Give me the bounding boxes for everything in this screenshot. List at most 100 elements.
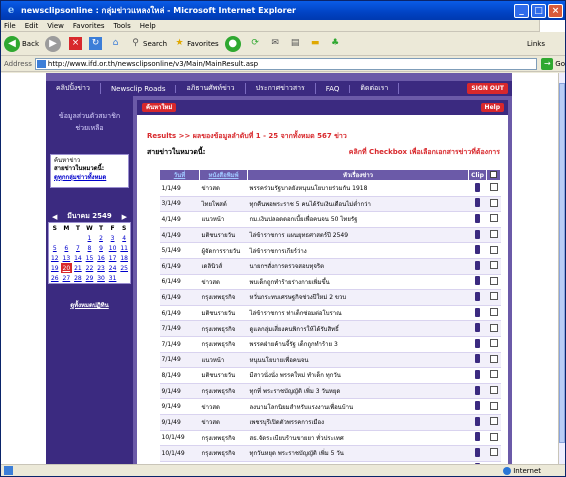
calendar-day[interactable]: 12	[49, 253, 61, 263]
calendar-next-icon[interactable]: ▶	[122, 213, 127, 221]
help-button[interactable]: Help	[480, 103, 504, 112]
media-button[interactable]: ●	[224, 35, 243, 52]
search-button[interactable]: ⚲ Search	[129, 37, 167, 50]
address-input[interactable]: http://www.ifd.or.th/newsclipsonline/v3/…	[34, 57, 538, 70]
minimize-button[interactable]: _	[514, 3, 529, 18]
row-checkbox[interactable]	[489, 417, 498, 426]
clip-icon[interactable]	[475, 229, 480, 239]
calendar-day[interactable]: 11	[118, 243, 130, 253]
col-date[interactable]: วันที่	[159, 169, 200, 181]
cell-headline[interactable]: ทุกวันหยุด พระราชบัญญัติ เพิ่ม 5 วัน	[247, 445, 469, 462]
nav-contact[interactable]: ติดต่อเรา	[350, 83, 400, 94]
calendar-day[interactable]: 19	[49, 263, 61, 273]
nav-clipping[interactable]: คลิปปิ้งข่าว	[46, 83, 101, 94]
go-arrow-icon[interactable]: →	[541, 57, 554, 70]
calendar-day[interactable]: 23	[95, 263, 107, 273]
cell-headline[interactable]: ดูแลกลุ่มเสี่ยงคนพิการให้ได้รับสิทธิ์	[247, 320, 469, 337]
calendar-day[interactable]: 2	[95, 233, 107, 243]
mail-button[interactable]: ✉	[269, 37, 283, 50]
clip-icon[interactable]	[475, 416, 480, 426]
calendar-day[interactable]: 26	[49, 273, 61, 283]
clip-icon[interactable]	[475, 338, 480, 348]
clip-icon[interactable]	[475, 213, 480, 223]
calendar-day[interactable]: 1	[84, 233, 96, 243]
cell-headline[interactable]: หนุนนโยบายเพื่อคนจน	[247, 352, 469, 369]
calendar-all-link[interactable]: ดูทั้งหมดปฏิทิน	[46, 300, 133, 310]
cell-headline[interactable]: พบเด็กถูกทำร้ายร่างกายเพิ่มขึ้น	[247, 274, 469, 291]
clip-icon[interactable]	[475, 323, 480, 333]
cell-headline[interactable]: พรรคฝ่ายค้านจี้รัฐ เด็กถูกทำร้าย 3	[247, 336, 469, 353]
cell-headline[interactable]: ไล่ข้าราชการ ท่าเด็กซ่อมต่อโบราณ	[247, 305, 469, 322]
go-button[interactable]: Go	[555, 60, 565, 68]
select-all-checkbox[interactable]	[486, 169, 501, 181]
col-newspaper[interactable]: หนังสือพิมพ์	[199, 169, 248, 181]
calendar-day[interactable]: 30	[95, 273, 107, 283]
calendar-day[interactable]: 13	[61, 253, 73, 263]
clip-icon[interactable]	[475, 432, 480, 442]
cell-headline[interactable]: เพชรบุรีเปิดตัวพรรคการเมือง	[247, 414, 469, 431]
row-checkbox[interactable]	[489, 386, 498, 395]
row-checkbox[interactable]	[489, 183, 498, 192]
row-checkbox[interactable]	[489, 401, 498, 410]
folder-button[interactable]: ▬	[309, 37, 323, 50]
cell-headline[interactable]: ไล่ข้าราชการเกียร์ว่าง	[247, 242, 469, 259]
cell-headline[interactable]: ทุกคืนพอพระราช 5 คนได้รับเงินเดือนไม่ต่ำ…	[247, 196, 469, 213]
calendar-day[interactable]: 25	[118, 263, 130, 273]
clip-icon[interactable]	[475, 245, 480, 255]
calendar-day[interactable]: 18	[118, 253, 130, 263]
menu-favorites[interactable]: Favorites	[73, 22, 105, 30]
calendar-day[interactable]: 20	[60, 263, 73, 273]
favorites-button[interactable]: ★ Favorites	[173, 37, 219, 50]
row-checkbox[interactable]	[489, 448, 498, 457]
new-search-button[interactable]: ค้นหาใหม่	[142, 103, 177, 112]
calendar-day[interactable]: 4	[118, 233, 130, 243]
calendar-prev-icon[interactable]: ◀	[52, 213, 57, 221]
links-label[interactable]: Links	[527, 40, 545, 48]
refresh-button[interactable]: ↻	[89, 37, 103, 50]
cell-headline[interactable]: ลงนามโลกนิยมสำหรับแรงงานเพื่อนบ้าน	[247, 398, 469, 415]
row-checkbox[interactable]	[489, 370, 498, 379]
back-button[interactable]: ◀ Back	[4, 35, 39, 52]
clip-icon[interactable]	[475, 276, 480, 286]
calendar-day[interactable]: 22	[84, 263, 96, 273]
calendar-day[interactable]: 21	[72, 263, 84, 273]
calendar-day[interactable]: 14	[72, 253, 84, 263]
calendar-day[interactable]: 29	[84, 273, 96, 283]
cell-headline[interactable]: ทุกที่ พระราชบัญญัติ เพิ่ม 3 วันหยุด	[247, 383, 469, 400]
clip-icon[interactable]	[475, 260, 480, 270]
menu-edit[interactable]: Edit	[25, 22, 39, 30]
calendar-day[interactable]: 9	[95, 243, 107, 253]
row-checkbox[interactable]	[489, 432, 498, 441]
calendar-day[interactable]: 16	[95, 253, 107, 263]
row-checkbox[interactable]	[489, 323, 498, 332]
calendar-day[interactable]: 17	[107, 253, 119, 263]
cell-headline[interactable]: มีสาวนั่งนั่ง พรรคใหม่ ทำเด็ก ทุกวัน	[247, 367, 469, 384]
menu-file[interactable]: File	[4, 22, 16, 30]
clip-icon[interactable]	[475, 354, 480, 364]
calendar-day[interactable]: 6	[61, 243, 73, 253]
cell-headline[interactable]: นายกฯสั่งการตรวจสอบทุจริต	[247, 258, 469, 275]
row-checkbox[interactable]	[489, 276, 498, 285]
calendar-day[interactable]: 28	[72, 273, 84, 283]
forward-button[interactable]: ▶	[45, 35, 63, 52]
scrollbar-thumb[interactable]	[559, 83, 565, 443]
row-checkbox[interactable]	[489, 198, 498, 207]
calendar-day[interactable]: 3	[107, 233, 119, 243]
clip-icon[interactable]	[475, 291, 480, 301]
sign-out-button[interactable]: SIGN OUT	[467, 83, 508, 94]
row-checkbox[interactable]	[489, 245, 498, 254]
messenger-button[interactable]: ♣	[329, 37, 343, 50]
calendar-day[interactable]: 7	[72, 243, 84, 253]
row-checkbox[interactable]	[489, 292, 498, 301]
sidebar-help-link[interactable]: ช่วยเหลือ	[46, 122, 133, 134]
nav-announcements[interactable]: ประกาศข่าวสาร	[246, 83, 316, 94]
sidebar-profile-link[interactable]: ข้อมูลส่วนตัวสมาชิก	[46, 96, 133, 122]
cell-headline[interactable]: กม.เงินปลอดดอกเบี้ยเพื่อคนจน 50 ไทยรัฐ	[247, 211, 469, 228]
calendar-day[interactable]: 8	[84, 243, 96, 253]
nav-glossary[interactable]: อภิธานศัพท์ข่าว	[176, 83, 246, 94]
home-button[interactable]: ⌂	[109, 37, 123, 50]
calendar-day[interactable]: 10	[107, 243, 119, 253]
nav-newsclip-roads[interactable]: Newsclip Roads	[101, 84, 177, 93]
calendar-day[interactable]: 15	[84, 253, 96, 263]
maximize-button[interactable]: □	[531, 3, 546, 18]
